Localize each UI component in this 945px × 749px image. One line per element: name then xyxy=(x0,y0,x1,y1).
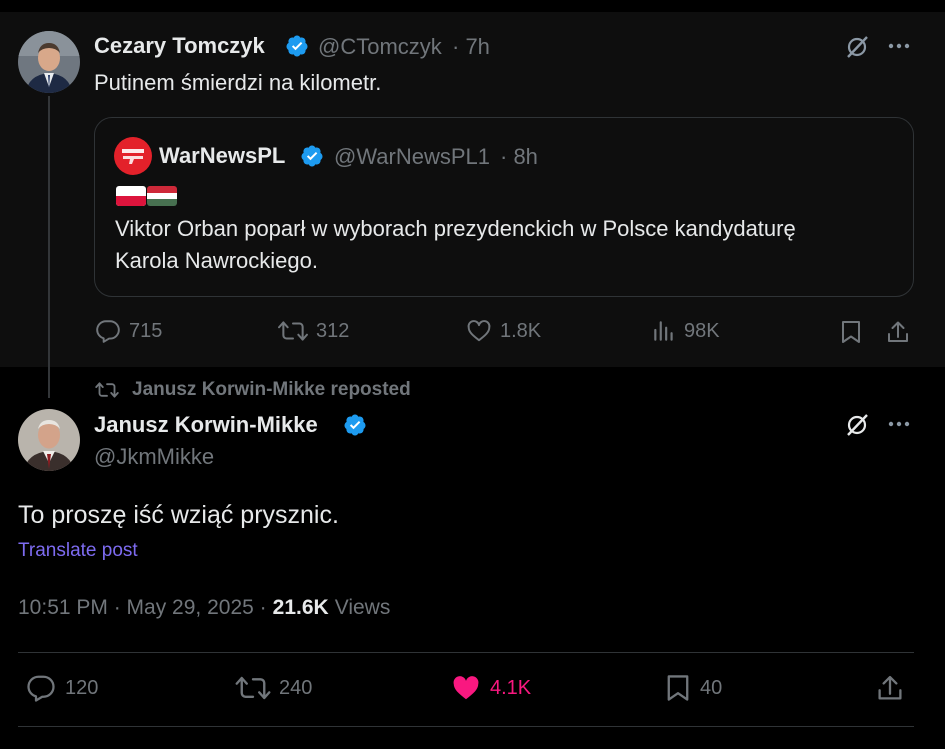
tweet-time[interactable]: · 7h xyxy=(452,34,490,60)
reply-count: 120 xyxy=(65,676,99,699)
tweet-metadata: 10:51 PM · May 29, 2025 · 21.6K Views xyxy=(18,596,390,620)
author-name[interactable]: Janusz Korwin-Mikke xyxy=(94,412,318,438)
bookmark-count: 40 xyxy=(700,676,723,699)
author-handle[interactable]: @JkmMikke xyxy=(94,444,214,470)
views-count: 21.6K xyxy=(272,596,329,619)
tweet-text: To proszę iść wziąć prysznic. xyxy=(18,501,339,529)
repost-button[interactable]: 240 xyxy=(235,673,312,703)
share-icon xyxy=(878,675,902,700)
bookmark-button[interactable] xyxy=(838,318,864,346)
more-icon[interactable] xyxy=(886,33,912,59)
share-icon xyxy=(888,321,908,342)
avatar-cezary-tomczyk[interactable] xyxy=(18,31,80,93)
reply-button[interactable]: 120 xyxy=(25,673,98,703)
repost-count: 240 xyxy=(279,676,313,699)
quoted-tweet-time[interactable]: · 8h xyxy=(500,144,538,170)
repost-context[interactable]: Janusz Korwin-Mikke reposted xyxy=(132,379,411,401)
poland-flag-icon xyxy=(116,186,146,206)
avatar-janusz-korwin-mikke[interactable] xyxy=(18,409,80,471)
views-label: Views xyxy=(334,596,391,619)
like-button[interactable]: 1.8K xyxy=(466,318,541,344)
divider xyxy=(18,726,914,727)
like-icon xyxy=(453,676,479,700)
avatar-warnewspl[interactable] xyxy=(114,137,152,175)
share-button[interactable] xyxy=(874,673,906,703)
bookmark-button[interactable]: 40 xyxy=(664,673,722,703)
bookmark-icon xyxy=(667,675,689,701)
bookmark-icon xyxy=(842,321,860,343)
views-icon xyxy=(654,321,673,341)
reply-icon xyxy=(96,320,120,343)
grok-icon[interactable] xyxy=(843,33,871,61)
reply-button[interactable]: 715 xyxy=(95,318,162,344)
repost-icon xyxy=(235,676,271,700)
quoted-author-name[interactable]: WarNewsPL xyxy=(159,143,285,169)
repost-button[interactable]: 312 xyxy=(278,318,349,344)
divider xyxy=(18,652,914,653)
quoted-tweet-text-line-1: Viktor Orban poparł w wyborach prezydenc… xyxy=(115,216,796,241)
verified-icon xyxy=(301,145,323,167)
like-button[interactable]: 4.1K xyxy=(450,673,531,703)
grok-icon[interactable] xyxy=(843,411,871,439)
more-icon[interactable] xyxy=(886,411,912,437)
tweet-timestamp[interactable]: 10:51 PM · May 29, 2025 · xyxy=(18,596,267,620)
reply-icon xyxy=(27,675,55,702)
translate-post-link[interactable]: Translate post xyxy=(18,540,138,562)
verified-icon xyxy=(286,35,308,57)
share-button[interactable] xyxy=(884,318,912,346)
views-button[interactable]: 98K xyxy=(652,318,720,344)
like-icon xyxy=(467,320,491,342)
views-count: 98K xyxy=(684,319,720,342)
thread-line xyxy=(48,96,50,398)
like-count: 1.8K xyxy=(500,319,542,342)
tweet-text: Putinem śmierdzi na kilometr. xyxy=(94,70,382,95)
repost-icon xyxy=(278,321,308,341)
like-count: 4.1K xyxy=(490,676,532,699)
repost-count: 312 xyxy=(316,319,350,342)
repost-icon xyxy=(95,382,119,398)
reply-count: 715 xyxy=(129,319,163,342)
quoted-tweet-text-line-2: Karola Nawrockiego. xyxy=(115,248,318,273)
top-strip xyxy=(0,0,945,12)
author-handle[interactable]: @CTomczyk xyxy=(318,34,442,60)
verified-icon xyxy=(344,414,366,436)
author-name[interactable]: Cezary Tomczyk xyxy=(94,33,265,59)
quoted-author-handle[interactable]: @WarNewsPL1 xyxy=(334,144,490,170)
hungary-flag-icon xyxy=(147,186,177,206)
